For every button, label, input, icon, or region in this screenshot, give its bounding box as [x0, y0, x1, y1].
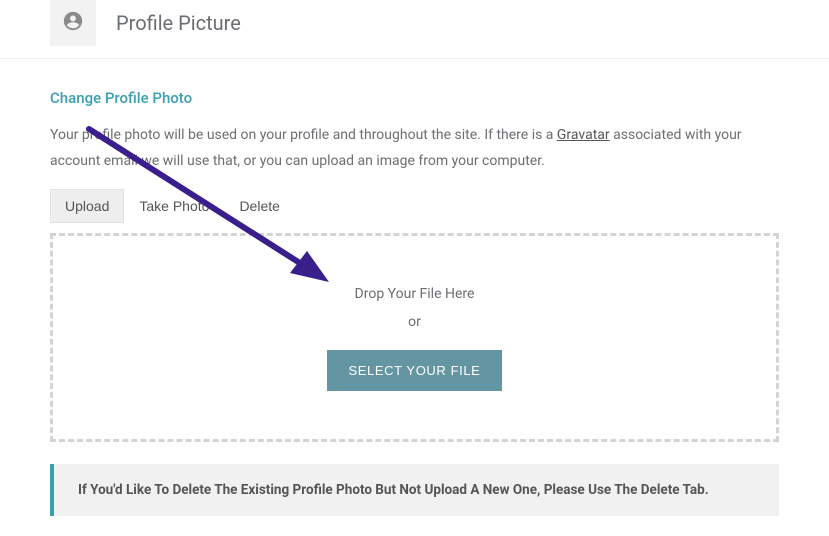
tab-delete[interactable]: Delete: [224, 189, 294, 223]
notice-text: If You'd Like To Delete The Existing Pro…: [78, 482, 709, 498]
section-description: Your profile photo will be used on your …: [50, 123, 779, 175]
desc-text-before: Your profile photo will be used on your …: [50, 127, 557, 143]
tab-take-photo[interactable]: Take Photo: [124, 189, 224, 223]
user-circle-icon: [62, 10, 84, 36]
dropzone-text-2: or: [53, 314, 776, 330]
profile-icon-container: [50, 0, 96, 46]
file-dropzone[interactable]: Drop Your File Here or SELECT YOUR FILE: [50, 233, 779, 442]
gravatar-link[interactable]: Gravatar: [557, 127, 610, 143]
info-notice: If You'd Like To Delete The Existing Pro…: [50, 464, 779, 516]
page-header: Profile Picture: [0, 0, 829, 59]
tabs-container: Upload Take Photo Delete: [50, 189, 779, 223]
tab-upload[interactable]: Upload: [50, 189, 124, 223]
content-area: Change Profile Photo Your profile photo …: [0, 59, 829, 536]
select-file-button[interactable]: SELECT YOUR FILE: [327, 350, 503, 391]
page-title: Profile Picture: [116, 11, 241, 35]
section-heading: Change Profile Photo: [50, 89, 779, 107]
dropzone-text-1: Drop Your File Here: [53, 286, 776, 302]
